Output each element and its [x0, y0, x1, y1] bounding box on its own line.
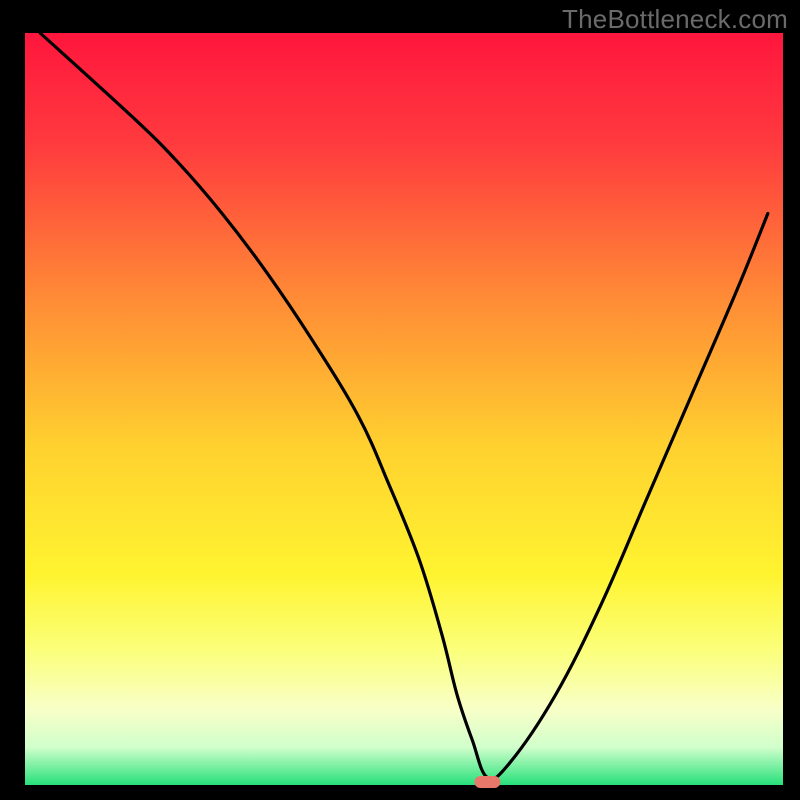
plot-background [25, 33, 783, 785]
chart-frame: TheBottleneck.com [0, 0, 800, 800]
minimum-marker [474, 776, 500, 788]
bottleneck-chart [0, 0, 800, 800]
watermark-text: TheBottleneck.com [562, 4, 788, 35]
